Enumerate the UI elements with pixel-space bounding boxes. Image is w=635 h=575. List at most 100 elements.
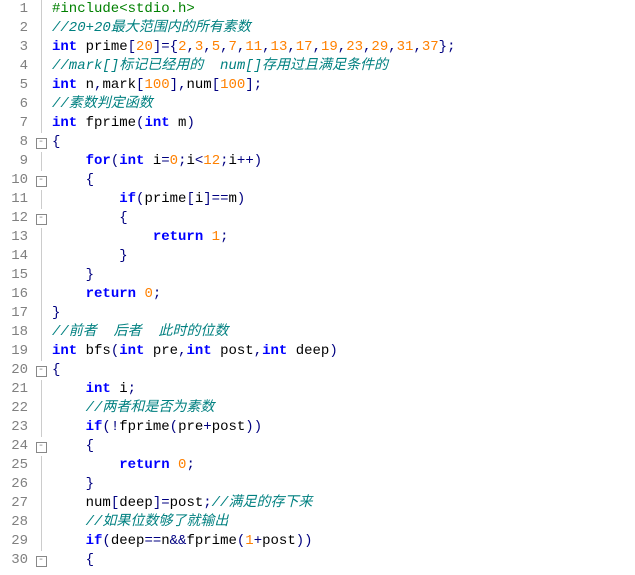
token-cm: //mark[]标记已经用的 num[]存用过且满足条件的	[52, 58, 388, 74]
token-op: ],	[170, 77, 187, 93]
fold-marker	[34, 342, 48, 361]
code-line[interactable]: {	[52, 133, 635, 152]
code-line[interactable]: //mark[]标记已经用的 num[]存用过且满足条件的	[52, 57, 635, 76]
token-num: 17	[296, 39, 313, 55]
fold-marker	[34, 95, 48, 114]
token-id	[52, 191, 119, 207]
token-id: i	[229, 153, 237, 169]
token-id: i	[111, 381, 128, 397]
token-kw: if	[86, 419, 103, 435]
token-kw: int	[52, 343, 77, 359]
token-id: prime	[77, 39, 127, 55]
token-op: [	[111, 495, 119, 511]
token-op: ;	[186, 457, 194, 473]
token-id	[52, 381, 86, 397]
line-number: 7	[4, 114, 28, 133]
line-number: 3	[4, 38, 28, 57]
token-op: ;	[220, 153, 228, 169]
code-line[interactable]: #include<stdio.h>	[52, 0, 635, 19]
fold-marker[interactable]: -	[34, 133, 48, 152]
code-editor: 1234567891011121314151617181920212223242…	[0, 0, 635, 570]
token-op: =	[161, 153, 169, 169]
code-line[interactable]: //素数判定函数	[52, 95, 635, 114]
fold-marker	[34, 285, 48, 304]
token-op: ))	[245, 419, 262, 435]
code-line[interactable]: {	[52, 209, 635, 228]
token-id	[52, 153, 86, 169]
token-op: )	[186, 115, 194, 131]
token-op: (	[111, 343, 119, 359]
code-line[interactable]: //20+20最大范围内的所有素数	[52, 19, 635, 38]
fold-marker[interactable]: -	[34, 437, 48, 456]
fold-marker	[34, 418, 48, 437]
token-id: post	[262, 533, 296, 549]
token-num: 12	[203, 153, 220, 169]
token-id: fprime	[186, 533, 236, 549]
code-line[interactable]: if(deep==n&&fprime(1+post))	[52, 532, 635, 551]
fold-marker[interactable]: -	[34, 361, 48, 380]
code-line[interactable]: for(int i=0;i<12;i++)	[52, 152, 635, 171]
fold-marker[interactable]: -	[34, 171, 48, 190]
code-line[interactable]: {	[52, 171, 635, 190]
token-id	[52, 286, 86, 302]
fold-marker[interactable]: -	[34, 551, 48, 570]
token-id	[52, 229, 153, 245]
fold-marker[interactable]: -	[34, 209, 48, 228]
code-line[interactable]: return 0;	[52, 285, 635, 304]
token-num: 23	[346, 39, 363, 55]
token-num: 20	[136, 39, 153, 55]
line-number: 8	[4, 133, 28, 152]
token-id: fprime	[119, 419, 169, 435]
code-line[interactable]: }	[52, 247, 635, 266]
code-line[interactable]: {	[52, 361, 635, 380]
fold-marker	[34, 266, 48, 285]
fold-marker	[34, 380, 48, 399]
fold-marker	[34, 532, 48, 551]
token-op: [	[212, 77, 220, 93]
token-num: 19	[321, 39, 338, 55]
code-line[interactable]: if(prime[i]==m)	[52, 190, 635, 209]
token-num: 0	[144, 286, 152, 302]
token-id: pre	[144, 343, 178, 359]
code-line[interactable]: {	[52, 437, 635, 456]
token-op: ,	[287, 39, 295, 55]
token-kw: int	[186, 343, 211, 359]
code-line[interactable]: int n,mark[100],num[100];	[52, 76, 635, 95]
code-line[interactable]: //两者和是否为素数	[52, 399, 635, 418]
code-line[interactable]: }	[52, 304, 635, 323]
fold-marker	[34, 399, 48, 418]
code-line[interactable]: }	[52, 266, 635, 285]
token-op: {	[52, 172, 94, 188]
token-op: [	[128, 39, 136, 55]
line-number: 17	[4, 304, 28, 323]
token-id: i	[195, 191, 203, 207]
token-num: 31	[397, 39, 414, 55]
token-op: ,	[388, 39, 396, 55]
code-line[interactable]: return 0;	[52, 456, 635, 475]
token-kw: for	[86, 153, 111, 169]
code-line[interactable]: //前者 后者 此时的位数	[52, 323, 635, 342]
fold-marker	[34, 304, 48, 323]
code-line[interactable]: int prime[20]={2,3,5,7,11,13,17,19,23,29…	[52, 38, 635, 57]
code-line[interactable]: {	[52, 551, 635, 570]
token-num: 5	[212, 39, 220, 55]
token-id: i	[144, 153, 161, 169]
line-number: 9	[4, 152, 28, 171]
token-op: {	[52, 552, 94, 568]
token-op: ,	[254, 343, 262, 359]
token-op: &&	[170, 533, 187, 549]
code-line[interactable]: if(!fprime(pre+post))	[52, 418, 635, 437]
code-line[interactable]: int i;	[52, 380, 635, 399]
code-line[interactable]: int fprime(int m)	[52, 114, 635, 133]
code-line[interactable]: return 1;	[52, 228, 635, 247]
line-number: 18	[4, 323, 28, 342]
code-line[interactable]: //如果位数够了就输出	[52, 513, 635, 532]
token-id: num	[186, 77, 211, 93]
code-line[interactable]: num[deep]=post;//满足的存下来	[52, 494, 635, 513]
token-num: 29	[371, 39, 388, 55]
code-area[interactable]: #include<stdio.h>//20+20最大范围内的所有素数 int pr…	[48, 0, 635, 570]
token-kw: int	[262, 343, 287, 359]
code-line[interactable]: int bfs(int pre,int post,int deep)	[52, 342, 635, 361]
token-op: ;	[128, 381, 136, 397]
code-line[interactable]: }	[52, 475, 635, 494]
